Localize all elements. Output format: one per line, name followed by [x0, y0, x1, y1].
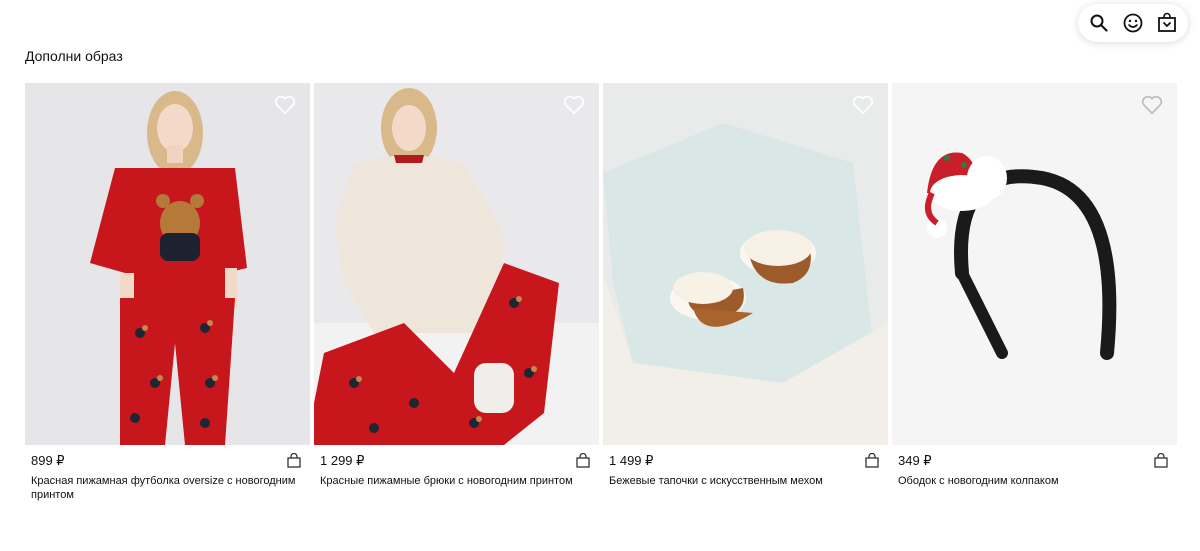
account-button[interactable] — [1119, 9, 1147, 37]
product-image[interactable] — [892, 83, 1177, 445]
product-image[interactable] — [314, 83, 599, 445]
product-image[interactable] — [25, 83, 310, 445]
add-to-cart-icon[interactable] — [286, 453, 302, 469]
search-button[interactable] — [1085, 9, 1113, 37]
shopping-bag-icon — [1158, 12, 1176, 32]
product-image[interactable] — [603, 83, 888, 445]
product-title[interactable]: Красные пижамные брюки с новогодним прин… — [314, 474, 599, 488]
smile-icon — [1123, 13, 1143, 33]
product-price: 899 ₽ — [31, 453, 65, 468]
product-card[interactable]: 1 499 ₽ Бежевые тапочки с искусственным … — [603, 83, 888, 488]
add-to-cart-icon[interactable] — [864, 453, 880, 469]
product-title[interactable]: Красная пижамная футболка oversize с нов… — [25, 474, 310, 502]
product-card[interactable]: 899 ₽ Красная пижамная футболка oversize… — [25, 83, 310, 502]
section-title: Дополни образ — [25, 48, 123, 64]
heart-icon[interactable] — [563, 95, 585, 115]
heart-icon[interactable] — [1141, 95, 1163, 115]
product-title[interactable]: Ободок с новогодним колпаком — [892, 474, 1177, 488]
toolbar — [1078, 4, 1188, 42]
product-title[interactable]: Бежевые тапочки с искусственным мехом — [603, 474, 888, 488]
product-price: 349 ₽ — [898, 453, 932, 468]
add-to-cart-icon[interactable] — [1153, 453, 1169, 469]
product-card[interactable]: 1 299 ₽ Красные пижамные брюки с новогод… — [314, 83, 599, 488]
heart-icon[interactable] — [274, 95, 296, 115]
heart-icon[interactable] — [852, 95, 874, 115]
add-to-cart-icon[interactable] — [575, 453, 591, 469]
cart-button[interactable] — [1153, 9, 1181, 37]
product-price: 1 499 ₽ — [609, 453, 654, 468]
product-card[interactable]: 349 ₽ Ободок с новогодним колпаком — [892, 83, 1177, 488]
product-price: 1 299 ₽ — [320, 453, 365, 468]
search-icon — [1090, 14, 1108, 32]
